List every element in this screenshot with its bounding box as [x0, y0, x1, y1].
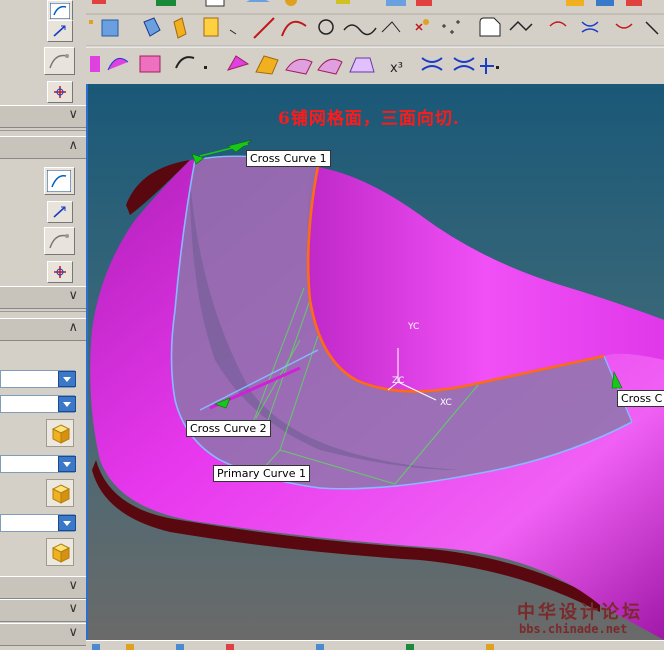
label-cross-curve-2: Cross Curve 2 — [186, 420, 271, 437]
axis-label-xc: XC — [440, 398, 452, 408]
label-cross-curve-1: Cross Curve 1 — [246, 150, 331, 167]
chevron-down-icon: ∨ — [68, 107, 78, 122]
section-header[interactable]: ∨ — [0, 623, 86, 646]
spline-tool-button[interactable] — [44, 227, 75, 255]
divider — [0, 311, 86, 312]
label-primary-curve-1: Primary Curve 1 — [213, 465, 310, 482]
chevron-down-icon: ∨ — [68, 625, 78, 640]
dropdown-arrow-icon[interactable] — [58, 515, 76, 531]
label-cross-curve-3: Cross C — [617, 390, 664, 407]
chevron-down-icon: ∨ — [68, 601, 78, 616]
spline-tool-button[interactable] — [44, 47, 75, 75]
reverse-icon — [53, 25, 66, 37]
chevron-up-icon: ∧ — [68, 320, 78, 335]
model-view — [86, 84, 664, 640]
curve-select-icon — [47, 170, 71, 192]
select-face-button[interactable] — [46, 419, 74, 447]
graphics-viewport[interactable]: 6铺网格面，三面向切. Cross Curve 1 Cross Curve 2 … — [86, 84, 664, 640]
curve-select-icon — [50, 3, 70, 19]
continuity-select[interactable] — [0, 514, 76, 532]
continuity-select[interactable] — [0, 395, 76, 413]
section-header[interactable]: ∨ — [0, 576, 86, 599]
spline-icon — [49, 54, 69, 69]
cube-icon — [51, 424, 71, 444]
axis-label-zc: ZC — [392, 376, 405, 386]
left-dialog-panel: ∨ ∧ ∨ ∧ ∨ ∨ ∨ — [0, 0, 86, 649]
toolbar: x³ — [86, 0, 664, 85]
viewport-frame — [86, 84, 88, 640]
dropdown-arrow-icon[interactable] — [58, 396, 76, 412]
continuity-select[interactable] — [0, 370, 76, 388]
section-header[interactable]: ∨ — [0, 105, 86, 128]
reverse-icon — [53, 206, 66, 218]
divider — [0, 130, 86, 131]
spline-icon — [49, 234, 69, 249]
axis-label-yc: YC — [408, 322, 420, 332]
reverse-direction-button[interactable] — [47, 20, 73, 42]
point-constructor-icon — [54, 266, 66, 278]
cube-icon — [51, 484, 71, 504]
section-header[interactable]: ∧ — [0, 318, 86, 341]
chevron-down-icon: ∨ — [68, 288, 78, 303]
chevron-up-icon: ∧ — [68, 138, 78, 153]
row0-icons — [92, 0, 642, 7]
watermark-title: 中华设计论坛 — [517, 602, 643, 623]
row2-icons: x³ — [90, 55, 499, 76]
row1-icons — [89, 17, 659, 39]
toolbar-icons: x³ — [86, 0, 664, 76]
section-header[interactable]: ∨ — [0, 599, 86, 622]
dropdown-arrow-icon[interactable] — [58, 456, 76, 472]
section-header[interactable]: ∧ — [0, 136, 86, 159]
select-curve-button[interactable] — [44, 167, 75, 195]
point-constructor-button[interactable] — [47, 81, 73, 103]
watermark-url: bbs.chinade.net — [519, 622, 628, 636]
select-face-button[interactable] — [46, 538, 74, 566]
select-face-button[interactable] — [46, 479, 74, 507]
select-curve-button[interactable] — [47, 0, 73, 22]
continuity-select[interactable] — [0, 455, 76, 473]
dropdown-arrow-icon[interactable] — [58, 371, 76, 387]
chevron-down-icon: ∨ — [68, 578, 78, 593]
cube-icon — [51, 543, 71, 563]
point-constructor-icon — [54, 86, 66, 98]
annotation-banner: 6铺网格面，三面向切. — [278, 109, 460, 129]
watermark-logo: 中华设计论坛 bbs.chinade.net — [517, 598, 659, 642]
reverse-direction-button[interactable] — [47, 201, 73, 223]
section-header[interactable]: ∨ — [0, 286, 86, 309]
svg-text:x³: x³ — [390, 61, 403, 76]
point-constructor-button[interactable] — [47, 261, 73, 283]
